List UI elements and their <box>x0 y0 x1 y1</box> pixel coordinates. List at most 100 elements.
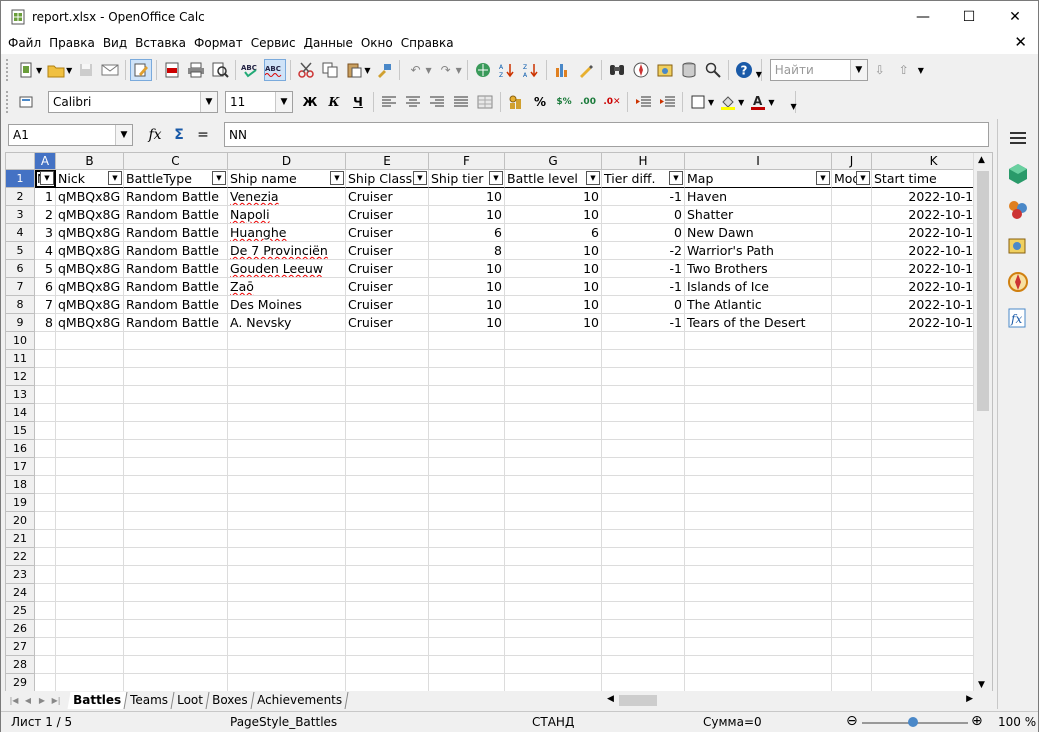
autofilter-button-icon[interactable]: ▼ <box>40 171 54 185</box>
toolbar-grip[interactable] <box>6 59 10 81</box>
grid-cell[interactable] <box>685 368 832 386</box>
grid-cell[interactable] <box>228 656 346 674</box>
grid-cell[interactable] <box>35 350 56 368</box>
function-wizard-icon[interactable]: fx <box>143 124 167 146</box>
currency-format-icon[interactable] <box>505 91 527 113</box>
table-cell[interactable]: 10 <box>505 242 602 260</box>
sheet-tab-battles[interactable]: Battles <box>67 692 128 709</box>
grid-cell[interactable] <box>429 566 505 584</box>
grid-cell[interactable] <box>685 404 832 422</box>
bold-button[interactable]: Ж <box>299 91 321 113</box>
row-header[interactable]: 29 <box>6 674 35 691</box>
row-header[interactable]: 20 <box>6 512 35 530</box>
header-cell[interactable]: Ship tier ▼ <box>429 170 505 188</box>
table-cell[interactable]: 2 <box>35 206 56 224</box>
grid-cell[interactable] <box>56 602 124 620</box>
row-header[interactable]: 26 <box>6 620 35 638</box>
last-sheet-icon[interactable]: ▶| <box>49 694 63 708</box>
grid-cell[interactable] <box>832 404 872 422</box>
table-cell[interactable]: Random Battle <box>124 296 228 314</box>
open-folder-icon[interactable] <box>45 59 67 81</box>
row-header[interactable]: 10 <box>6 332 35 350</box>
grid-cell[interactable] <box>228 512 346 530</box>
table-cell[interactable]: qMBQx8G <box>56 296 124 314</box>
column-header-g[interactable]: G <box>505 153 602 170</box>
grid-cell[interactable] <box>685 512 832 530</box>
redo-icon[interactable]: ↷ <box>435 59 457 81</box>
header-cell[interactable]: Map ▼ <box>685 170 832 188</box>
grid-cell[interactable] <box>35 566 56 584</box>
grid-cell[interactable] <box>429 620 505 638</box>
table-cell[interactable]: qMBQx8G <box>56 242 124 260</box>
undo-icon[interactable]: ↶ <box>404 59 426 81</box>
row-header[interactable]: 3 <box>6 206 35 224</box>
grid-cell[interactable] <box>505 350 602 368</box>
table-cell[interactable]: Random Battle <box>124 314 228 332</box>
grid-cell[interactable] <box>56 386 124 404</box>
grid-cell[interactable] <box>505 494 602 512</box>
redo-dropdown-icon[interactable]: ▼ <box>456 66 462 75</box>
find-toolbar-overflow-icon[interactable]: ▼ <box>918 66 924 75</box>
table-cell[interactable]: 10 <box>429 314 505 332</box>
row-header[interactable]: 22 <box>6 548 35 566</box>
minimize-button[interactable]: — <box>900 1 946 32</box>
grid-cell[interactable] <box>56 332 124 350</box>
font-size-dropdown-icon[interactable]: ▼ <box>275 92 292 112</box>
table-cell[interactable] <box>832 224 872 242</box>
header-cell[interactable]: Ship Class ▼ <box>346 170 429 188</box>
grid-cell[interactable] <box>35 476 56 494</box>
grid-cell[interactable] <box>429 494 505 512</box>
close-document-icon[interactable]: ✕ <box>1010 33 1031 51</box>
horizontal-scrollbar[interactable]: ◀ ▶ <box>605 693 975 708</box>
table-cell[interactable]: Random Battle <box>124 206 228 224</box>
table-cell[interactable] <box>832 278 872 296</box>
table-cell[interactable]: 5 <box>35 260 56 278</box>
table-cell[interactable]: Random Battle <box>124 260 228 278</box>
grid-cell[interactable] <box>832 620 872 638</box>
table-cell[interactable]: 10 <box>429 188 505 206</box>
autofilter-button-icon[interactable]: ▼ <box>330 171 344 185</box>
autofilter-button-icon[interactable]: ▼ <box>489 171 503 185</box>
grid-cell[interactable] <box>505 512 602 530</box>
grid-cell[interactable] <box>505 548 602 566</box>
grid-cell[interactable] <box>685 494 832 512</box>
table-cell[interactable]: Cruiser <box>346 296 429 314</box>
grid-cell[interactable] <box>602 584 685 602</box>
grid-cell[interactable] <box>124 458 228 476</box>
background-color-dropdown-icon[interactable]: ▼ <box>738 98 744 107</box>
table-cell[interactable]: New Dawn <box>685 224 832 242</box>
grid-cell[interactable] <box>505 440 602 458</box>
grid-cell[interactable] <box>228 602 346 620</box>
grid-cell[interactable] <box>228 638 346 656</box>
percent-format-icon[interactable]: % <box>529 91 551 113</box>
delete-decimal-icon[interactable]: .0✕ <box>601 91 623 113</box>
grid-cell[interactable] <box>602 674 685 691</box>
insert-chart-icon[interactable] <box>551 59 573 81</box>
grid-cell[interactable] <box>429 350 505 368</box>
vertical-scroll-thumb[interactable] <box>977 171 989 411</box>
grid-cell[interactable] <box>56 656 124 674</box>
grid-cell[interactable] <box>602 494 685 512</box>
table-cell[interactable]: qMBQx8G <box>56 260 124 278</box>
grid-cell[interactable] <box>346 332 429 350</box>
name-box-dropdown-icon[interactable]: ▼ <box>115 125 132 145</box>
grid-cell[interactable] <box>124 566 228 584</box>
select-all-corner[interactable] <box>6 153 35 170</box>
table-cell[interactable]: Random Battle <box>124 242 228 260</box>
previous-sheet-icon[interactable]: ◀ <box>21 694 35 708</box>
grid-cell[interactable] <box>228 440 346 458</box>
grid-cell[interactable] <box>602 476 685 494</box>
background-color-icon[interactable] <box>717 91 739 113</box>
zoom-in-icon[interactable]: ⊕ <box>971 713 983 729</box>
grid-cell[interactable] <box>35 458 56 476</box>
grid-cell[interactable] <box>35 404 56 422</box>
grid-cell[interactable] <box>685 548 832 566</box>
grid-cell[interactable] <box>346 440 429 458</box>
grid-cell[interactable] <box>346 656 429 674</box>
grid-cell[interactable] <box>35 656 56 674</box>
undo-dropdown-icon[interactable]: ▼ <box>425 66 431 75</box>
grid-cell[interactable] <box>35 548 56 566</box>
grid-cell[interactable] <box>832 674 872 691</box>
grid-cell[interactable] <box>429 458 505 476</box>
row-header[interactable]: 4 <box>6 224 35 242</box>
